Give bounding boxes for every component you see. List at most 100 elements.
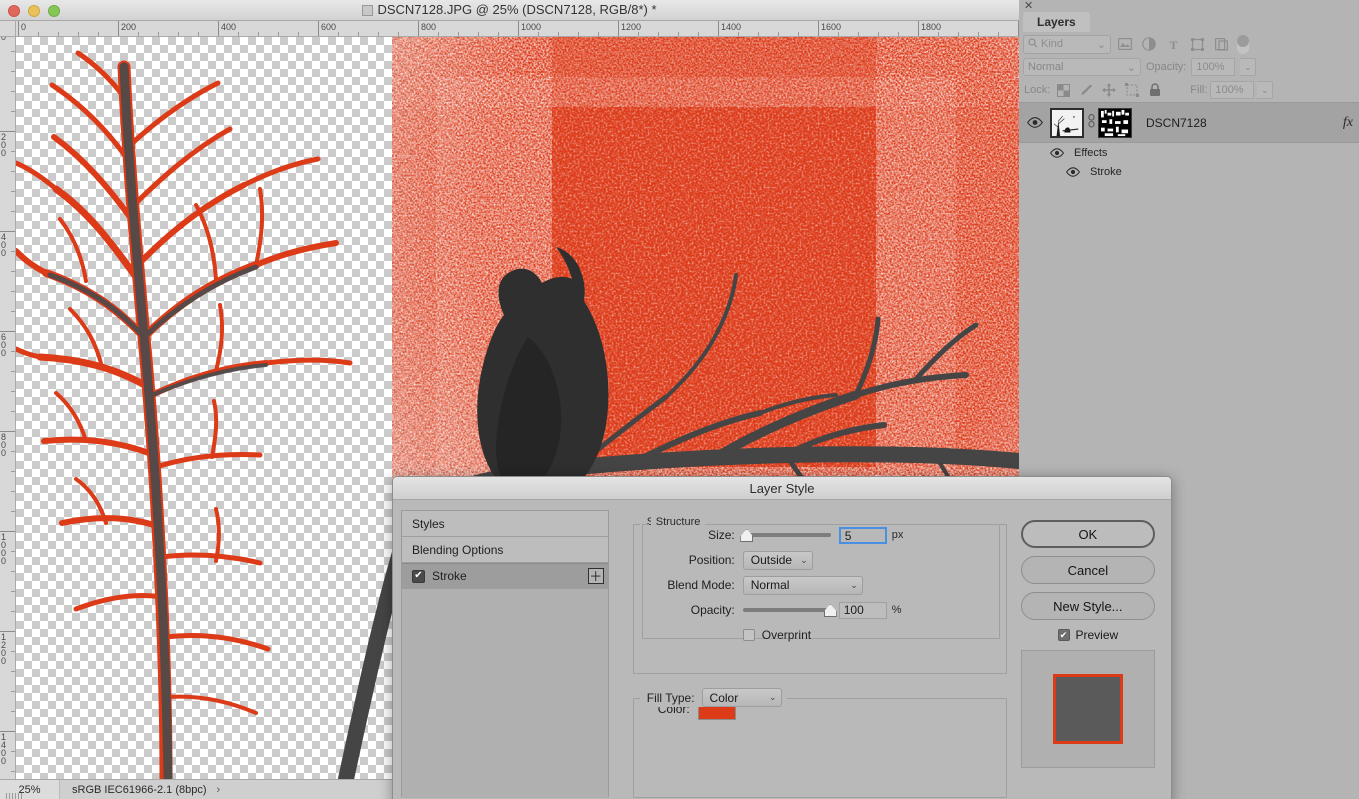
- ruler-minor-tick: [11, 751, 15, 752]
- svg-text:T: T: [1169, 38, 1177, 51]
- layer-blend-mode-select[interactable]: Normal ⌄: [1023, 58, 1141, 76]
- ruler-minor-tick: [498, 32, 499, 36]
- chevron-down-icon: ⌄: [850, 579, 858, 590]
- opacity-unit: %: [891, 604, 902, 616]
- link-icon[interactable]: [1086, 114, 1096, 131]
- shape-filter-icon[interactable]: [1187, 35, 1207, 53]
- layer-mask-thumbnail[interactable]: [1098, 107, 1132, 138]
- ruler-minor-tick: [538, 32, 539, 36]
- effects-visibility-toggle[interactable]: [1019, 147, 1068, 158]
- table-row[interactable]: DSCN7128 fx: [1019, 102, 1359, 143]
- opacity-stepper[interactable]: ⌄: [1240, 58, 1257, 76]
- ruler-label: 1000: [1, 532, 7, 566]
- filter-kind-select[interactable]: Kind ⌄: [1023, 34, 1111, 54]
- opacity-value[interactable]: 100%: [1191, 58, 1236, 76]
- styles-list-item-blending-options[interactable]: Blending Options: [402, 537, 608, 563]
- ruler-minor-tick: [398, 32, 399, 36]
- lock-position-icon[interactable]: [1099, 81, 1119, 99]
- list-item-stroke-effect[interactable]: Stroke: [1019, 162, 1359, 181]
- preview-checkbox[interactable]: ✔: [1057, 629, 1070, 641]
- style-preview: [1020, 650, 1155, 768]
- horizontal-ruler[interactable]: 0200400600800100012001400160018002000220…: [16, 21, 1019, 37]
- opacity-label: Opacity:: [690, 603, 735, 617]
- layer-visibility-toggle[interactable]: [1019, 117, 1050, 128]
- overprint-row: Overprint: [643, 624, 999, 646]
- ruler-label: 400: [1, 232, 7, 258]
- smart-object-filter-icon[interactable]: [1211, 35, 1231, 53]
- new-style-button[interactable]: New Style...: [1020, 592, 1155, 620]
- opacity-slider[interactable]: [742, 604, 837, 617]
- blend-mode-value: Normal: [750, 578, 790, 592]
- dialog-title: Layer Style: [393, 477, 1171, 500]
- opacity-input[interactable]: 100: [838, 601, 887, 619]
- layer-style-dialog[interactable]: Layer Style Styles Blending Options ✔ St…: [392, 476, 1172, 799]
- ruler-label: 200: [1, 132, 7, 158]
- resize-grip[interactable]: [6, 793, 22, 799]
- ruler-minor-tick: [11, 691, 15, 692]
- image-filter-icon[interactable]: [1115, 35, 1135, 53]
- stroke-effect-visibility-toggle[interactable]: [1019, 166, 1084, 177]
- ruler-minor-tick: [11, 91, 15, 92]
- layer-fx-badge[interactable]: fx: [1343, 115, 1353, 131]
- layer-thumbnail[interactable]: [1050, 107, 1084, 138]
- overprint-checkbox[interactable]: [742, 629, 755, 641]
- layer-blend-mode-value: Normal: [1028, 61, 1064, 73]
- ruler-minor-tick: [878, 32, 879, 36]
- size-input[interactable]: 5: [838, 526, 887, 544]
- ruler-minor-tick: [11, 211, 15, 212]
- ruler-minor-tick: [738, 32, 739, 36]
- status-menu-arrow-icon[interactable]: ›: [217, 784, 221, 796]
- ruler-label: 800: [421, 22, 437, 32]
- tab-layers[interactable]: Layers: [1023, 12, 1090, 32]
- size-slider[interactable]: [740, 529, 831, 542]
- ruler-minor-tick: [278, 32, 279, 36]
- fill-type-label: Fill Type:: [646, 690, 695, 705]
- stroke-fieldset: Stroke Structure Size: 5 px: [632, 516, 1007, 674]
- stroke-enabled-checkbox[interactable]: ✔: [412, 569, 425, 583]
- blend-mode-select[interactable]: Normal ⌄: [742, 575, 863, 595]
- ruler-minor-tick: [11, 411, 15, 412]
- adjustment-filter-icon[interactable]: [1139, 35, 1159, 53]
- ruler-minor-tick: [11, 151, 15, 152]
- add-stroke-effect-button[interactable]: ＋: [587, 568, 604, 584]
- ruler-label: 1400: [1, 732, 7, 766]
- preview-label: Preview: [1075, 628, 1119, 642]
- blend-mode-label: Blend Mode:: [667, 578, 735, 592]
- filter-enable-toggle[interactable]: [1237, 34, 1249, 54]
- ruler-minor-tick: [298, 32, 299, 36]
- list-item-effects[interactable]: Effects: [1019, 143, 1359, 162]
- layer-name[interactable]: DSCN7128: [1146, 116, 1343, 130]
- ruler-label: 1200: [621, 22, 642, 32]
- lock-artboard-icon[interactable]: [1122, 81, 1142, 99]
- cancel-button[interactable]: Cancel: [1020, 556, 1155, 584]
- type-filter-icon[interactable]: T: [1163, 35, 1183, 53]
- ruler-minor-tick: [478, 32, 479, 36]
- ruler-corner[interactable]: [0, 21, 16, 37]
- structure-fieldset-legend: Structure: [650, 516, 706, 528]
- lock-all-icon[interactable]: [1145, 81, 1165, 99]
- fill-value[interactable]: 100%: [1210, 81, 1255, 99]
- lock-transparency-icon[interactable]: [1053, 81, 1073, 99]
- ruler-minor-tick: [138, 32, 139, 36]
- lock-image-icon[interactable]: [1076, 81, 1096, 99]
- vertical-ruler[interactable]: 0 200 400 600 800 1000 1200 1400: [0, 37, 16, 779]
- ruler-minor-tick: [11, 511, 15, 512]
- ruler-minor-tick: [11, 351, 15, 352]
- ruler-minor-tick: [198, 32, 199, 36]
- fill-stepper[interactable]: ⌄: [1257, 81, 1274, 99]
- document-title: DSCN7128.JPG @ 25% (DSCN7128, RGB/8*) *: [0, 2, 1019, 17]
- dialog-buttons-column: OK Cancel New Style... ✔ Preview: [1020, 510, 1163, 799]
- panel-close-bar: ✕: [1019, 0, 1359, 12]
- fill-type-select[interactable]: Color ⌄: [701, 688, 782, 707]
- styles-list[interactable]: Styles Blending Options ✔ Stroke ＋: [401, 510, 609, 798]
- ruler-label: 600: [1, 332, 7, 358]
- styles-list-item-styles[interactable]: Styles: [402, 511, 608, 537]
- close-icon[interactable]: ✕: [1024, 0, 1033, 12]
- ruler-minor-tick: [11, 671, 15, 672]
- ruler-minor-tick: [11, 251, 15, 252]
- styles-list-item-stroke[interactable]: ✔ Stroke ＋: [402, 563, 608, 589]
- lock-row: Lock: Fill: 100% ⌄: [1019, 78, 1359, 102]
- position-select[interactable]: Outside ⌄: [742, 550, 813, 570]
- ok-button[interactable]: OK: [1020, 520, 1155, 548]
- ruler-minor-tick: [11, 771, 15, 772]
